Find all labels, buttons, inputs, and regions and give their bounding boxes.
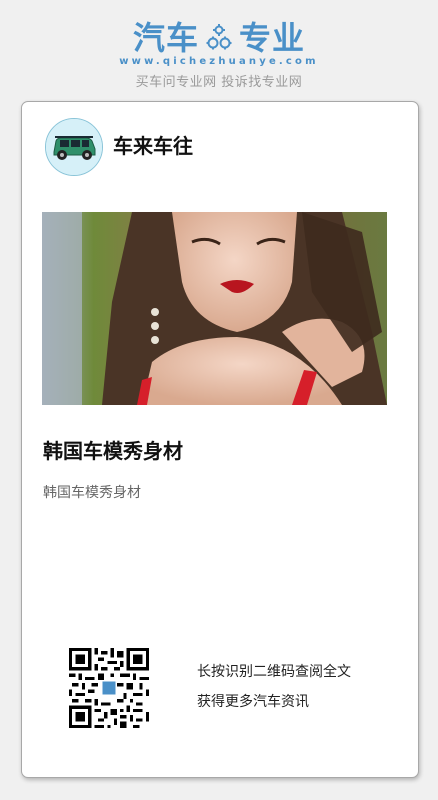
article-photo[interactable] (42, 212, 387, 405)
gear-cluster-icon (206, 24, 232, 50)
qr-code-icon (69, 648, 149, 728)
account-avatar[interactable] (45, 118, 103, 176)
site-tagline: 买车问专业网 投诉找专业网 (135, 75, 303, 90)
qr-instruction: 长按识别二维码查阅全文 (197, 664, 351, 680)
article-share-card: 车来车往 韩国车模秀身材 韩国车模秀身材 长按识别二维码查阅全文 获得更多汽车资… (21, 101, 419, 778)
logo-text-right: 专业 (239, 19, 306, 57)
logo-text-left: 汽车 (132, 19, 199, 57)
woman-red-dress-photo-icon (42, 212, 387, 405)
account-name[interactable]: 车来车往 (113, 132, 193, 160)
logo-url: www.qichezhuanye.com (119, 56, 319, 67)
article-summary: 韩国车模秀身材 (43, 485, 141, 501)
qr-subtext: 获得更多汽车资讯 (197, 694, 309, 710)
site-header: 汽车 专业 www.qichezhuanye.com 买车问专业网 投诉找专业网 (0, 0, 438, 100)
site-logo: 汽车 专业 (0, 18, 438, 58)
green-car-avatar-icon (46, 119, 102, 175)
article-title[interactable]: 韩国车模秀身材 (43, 437, 183, 465)
qr-code[interactable] (69, 648, 149, 728)
